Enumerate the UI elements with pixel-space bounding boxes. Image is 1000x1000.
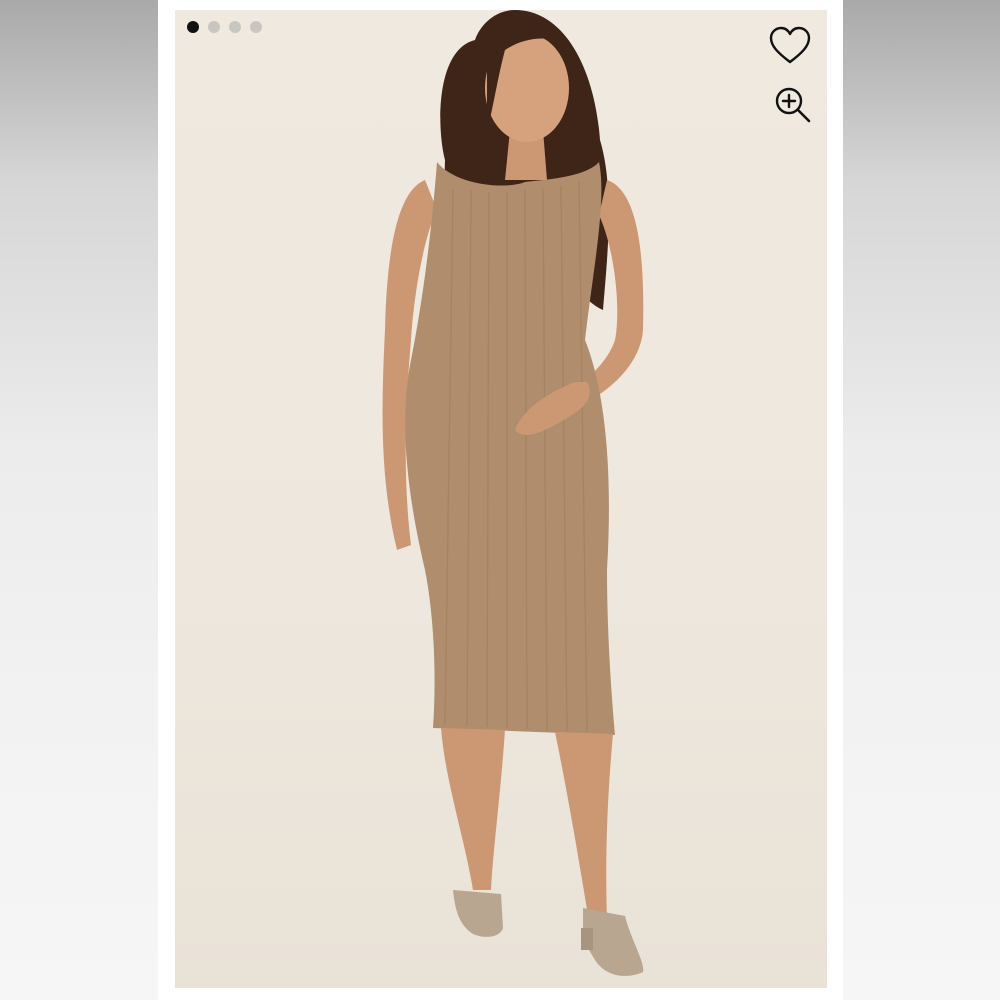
model-illustration (382, 10, 644, 976)
heart-outline-icon (769, 26, 811, 64)
zoom-button[interactable] (773, 85, 813, 125)
right-backdrop (843, 0, 1000, 1000)
carousel-dot-2[interactable] (208, 21, 220, 33)
carousel-dot-1[interactable] (187, 21, 199, 33)
left-backdrop (0, 0, 158, 1000)
product-photo[interactable] (175, 10, 827, 988)
carousel-dot-3[interactable] (229, 21, 241, 33)
carousel-dots (187, 21, 262, 33)
carousel-dot-4[interactable] (250, 21, 262, 33)
favorite-button[interactable] (768, 26, 812, 66)
zoom-in-icon (775, 87, 811, 123)
